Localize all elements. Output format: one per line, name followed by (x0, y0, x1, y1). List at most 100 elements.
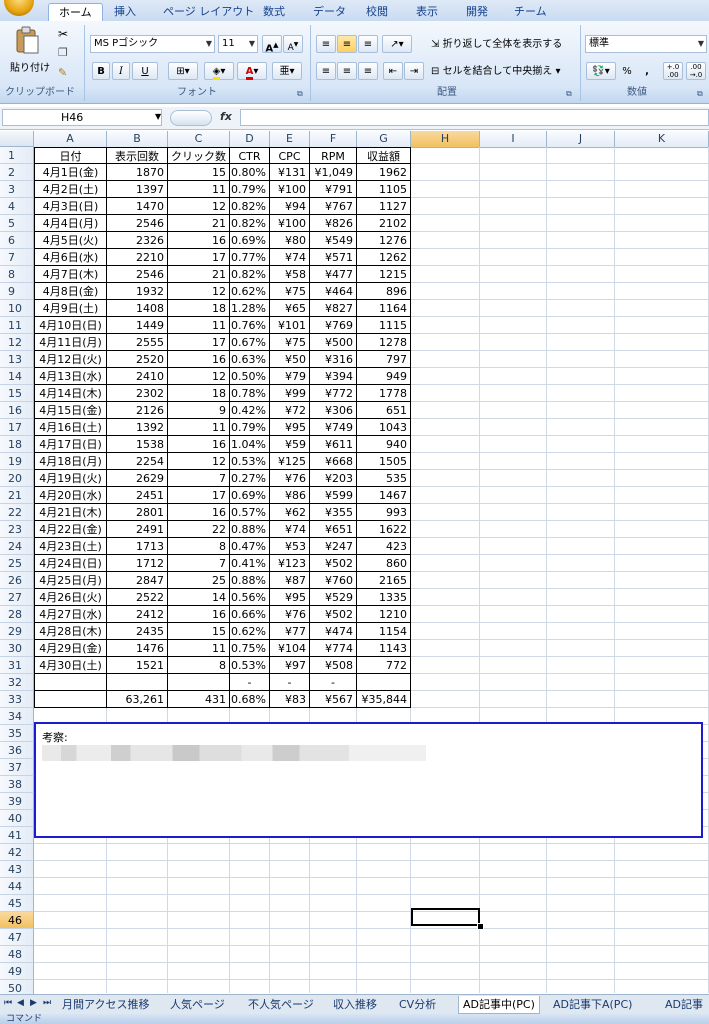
table-cell[interactable]: ¥95 (270, 589, 310, 606)
table-cell[interactable]: 4月25日(月) (34, 572, 107, 589)
table-cell[interactable]: 1778 (357, 385, 411, 402)
row-header-26[interactable]: 26 (0, 572, 34, 589)
table-header-5[interactable]: RPM (310, 147, 357, 164)
table-cell[interactable]: 2491 (107, 521, 168, 538)
table-cell[interactable]: 0.62% (230, 623, 270, 640)
merge-center-button[interactable]: ⊟ セルを結合して中央揃え ▾ (430, 62, 578, 80)
table-cell[interactable]: 15 (168, 164, 230, 181)
sheet-tab[interactable]: CV分析 (399, 996, 436, 1013)
increase-indent-button[interactable]: ⇥ (404, 62, 424, 80)
table-cell[interactable]: ¥760 (310, 572, 357, 589)
table-cell[interactable]: ¥62 (270, 504, 310, 521)
row-header-33[interactable]: 33 (0, 691, 34, 708)
grow-font-button[interactable]: A▲ (262, 35, 282, 54)
row-header-41[interactable]: 41 (0, 827, 34, 844)
row-header-5[interactable]: 5 (0, 215, 34, 232)
column-header-F[interactable]: F (310, 131, 357, 147)
row-header-11[interactable]: 11 (0, 317, 34, 334)
table-cell[interactable]: ¥464 (310, 283, 357, 300)
total-cell[interactable]: ¥567 (310, 691, 357, 708)
row-header-44[interactable]: 44 (0, 878, 34, 895)
row-header-25[interactable]: 25 (0, 555, 34, 572)
table-cell[interactable]: ¥87 (270, 572, 310, 589)
table-cell[interactable]: ¥247 (310, 538, 357, 555)
table-cell[interactable]: ¥50 (270, 351, 310, 368)
table-cell[interactable]: 0.79% (230, 181, 270, 198)
table-cell[interactable]: 535 (357, 470, 411, 487)
row-header-37[interactable]: 37 (0, 759, 34, 776)
row-header-27[interactable]: 27 (0, 589, 34, 606)
table-header-3[interactable]: CTR (230, 147, 270, 164)
table-cell[interactable]: 0.67% (230, 334, 270, 351)
fill-color-button[interactable]: ◈▾ (204, 62, 234, 80)
table-cell[interactable]: 1154 (357, 623, 411, 640)
table-cell[interactable]: 4月14日(木) (34, 385, 107, 402)
row-header-48[interactable]: 48 (0, 946, 34, 963)
ribbon-tab-9[interactable]: チーム (514, 3, 547, 21)
decrease-indent-button[interactable]: ⇤ (383, 62, 403, 80)
table-cell[interactable]: 4月2日(土) (34, 181, 107, 198)
ribbon-tab-7[interactable]: 表示 (416, 3, 438, 21)
comma-button[interactable]: , (641, 62, 653, 80)
table-cell[interactable]: ¥502 (310, 555, 357, 572)
table-cell[interactable]: 1115 (357, 317, 411, 334)
table-cell[interactable]: 949 (357, 368, 411, 385)
align-right-button[interactable]: ≡ (358, 62, 378, 80)
table-cell[interactable]: 12 (168, 283, 230, 300)
table-cell[interactable]: - (310, 674, 357, 691)
table-cell[interactable] (168, 674, 230, 691)
ribbon-tab-2[interactable]: 挿入 (114, 3, 136, 21)
row-header-21[interactable]: 21 (0, 487, 34, 504)
table-cell[interactable]: 2412 (107, 606, 168, 623)
table-cell[interactable]: 8 (168, 538, 230, 555)
align-top-button[interactable]: ≡ (316, 35, 336, 53)
border-button[interactable]: ⊞▾ (168, 62, 198, 80)
total-cell[interactable]: ¥83 (270, 691, 310, 708)
row-header-1[interactable]: 1 (0, 147, 34, 164)
table-cell[interactable]: ¥131 (270, 164, 310, 181)
row-header-34[interactable]: 34 (0, 708, 34, 725)
table-cell[interactable]: 7 (168, 470, 230, 487)
table-cell[interactable]: ¥502 (310, 606, 357, 623)
table-cell[interactable]: 0.69% (230, 232, 270, 249)
table-cell[interactable]: 2102 (357, 215, 411, 232)
table-cell[interactable]: 4月20日(水) (34, 487, 107, 504)
align-center-button[interactable]: ≡ (337, 62, 357, 80)
table-cell[interactable]: 4月3日(日) (34, 198, 107, 215)
row-header-23[interactable]: 23 (0, 521, 34, 538)
table-cell[interactable]: ¥791 (310, 181, 357, 198)
table-cell[interactable]: ¥123 (270, 555, 310, 572)
table-cell[interactable]: 0.27% (230, 470, 270, 487)
table-cell[interactable]: 4月22日(金) (34, 521, 107, 538)
table-cell[interactable]: 0.82% (230, 215, 270, 232)
table-cell[interactable]: 4月5日(火) (34, 232, 107, 249)
table-cell[interactable]: 0.79% (230, 419, 270, 436)
formula-input[interactable] (240, 109, 709, 126)
shrink-font-button[interactable]: A▼ (283, 35, 303, 53)
table-cell[interactable]: 4月27日(水) (34, 606, 107, 623)
table-cell[interactable]: - (270, 674, 310, 691)
table-cell[interactable]: ¥769 (310, 317, 357, 334)
bold-button[interactable]: B (92, 62, 110, 80)
row-header-9[interactable]: 9 (0, 283, 34, 300)
table-cell[interactable]: 1043 (357, 419, 411, 436)
table-cell[interactable]: 2165 (357, 572, 411, 589)
table-cell[interactable]: 14 (168, 589, 230, 606)
row-header-4[interactable]: 4 (0, 198, 34, 215)
sheet-nav-next-icon[interactable]: ▶ (30, 998, 37, 1008)
table-cell[interactable]: - (230, 674, 270, 691)
row-header-47[interactable]: 47 (0, 929, 34, 946)
percent-button[interactable]: % (619, 62, 635, 80)
column-header-K[interactable]: K (615, 131, 709, 147)
table-cell[interactable]: 0.50% (230, 368, 270, 385)
table-cell[interactable]: 1622 (357, 521, 411, 538)
table-cell[interactable]: ¥316 (310, 351, 357, 368)
table-cell[interactable]: ¥571 (310, 249, 357, 266)
table-cell[interactable]: ¥477 (310, 266, 357, 283)
row-header-42[interactable]: 42 (0, 844, 34, 861)
table-cell[interactable]: 1127 (357, 198, 411, 215)
sheet-tab[interactable]: AD記事中(PC) (458, 996, 540, 1014)
column-header-H[interactable]: H (411, 131, 480, 147)
table-cell[interactable]: 2254 (107, 453, 168, 470)
table-cell[interactable]: ¥94 (270, 198, 310, 215)
